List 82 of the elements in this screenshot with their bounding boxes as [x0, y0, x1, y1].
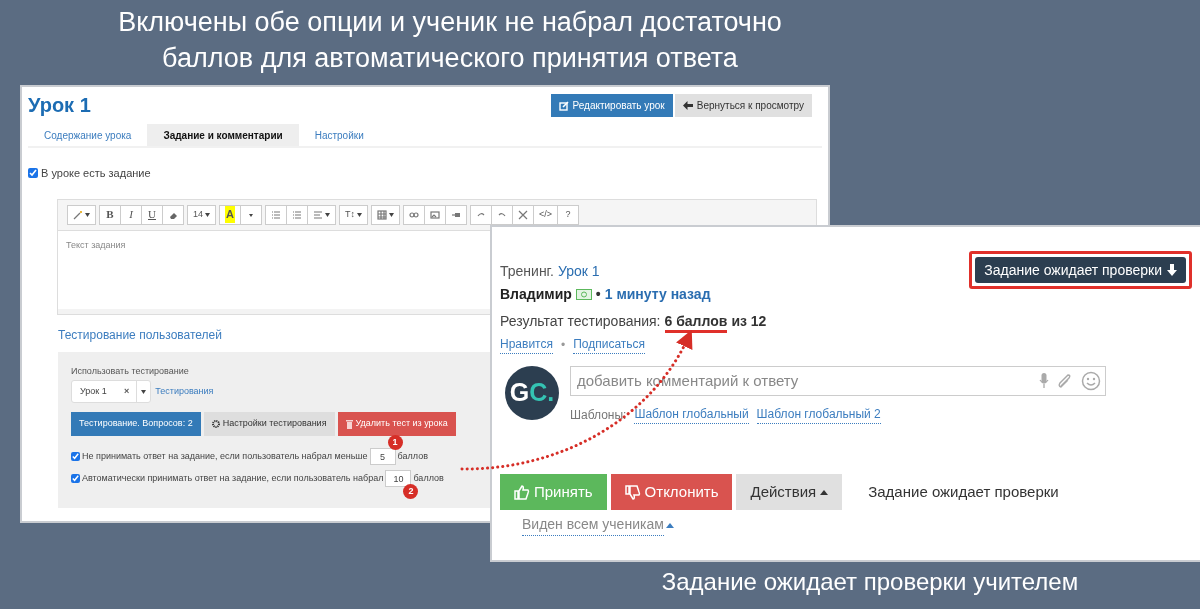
paperclip-icon	[1057, 373, 1073, 389]
smiley-icon	[1081, 371, 1101, 391]
unit-label: баллов	[413, 471, 444, 485]
editor-tool-button[interactable]: U	[141, 204, 163, 225]
field-label: Использовать тестирование	[71, 364, 190, 378]
editor-tool-button[interactable]: T↕	[339, 204, 368, 225]
number-badge: 2	[403, 484, 419, 499]
templates-label: Шаблоны:	[570, 406, 627, 424]
arrow-down-icon	[1167, 264, 1177, 276]
status-button[interactable]: Задание ожидает проверки	[975, 257, 1186, 283]
editor-tool-button[interactable]: B	[99, 204, 121, 225]
caret-up-icon	[820, 489, 829, 495]
editor-tool-button[interactable]: I	[120, 204, 142, 225]
edit-icon	[558, 100, 569, 111]
result-score: 6 баллов	[664, 313, 728, 333]
section-heading: Тестирование пользователей	[58, 326, 223, 344]
option-label: Не принимать ответ на задание, если пользователь набрал меньше	[82, 449, 368, 463]
align-icon	[313, 209, 323, 220]
student-name: Владимир	[500, 285, 572, 304]
trash-icon	[345, 419, 353, 429]
checkbox[interactable]	[71, 474, 80, 483]
editor-tool-button[interactable]	[512, 204, 534, 225]
editor-tool-button[interactable]	[371, 204, 400, 225]
action-button[interactable]: Действия	[736, 474, 843, 510]
ol-icon	[292, 209, 302, 220]
training-label: Тренинг.	[500, 262, 554, 281]
toolbar-button[interactable]: Удалить тест из урока	[337, 412, 456, 436]
editor-tool-button[interactable]: 14	[187, 204, 216, 225]
toolbar-button[interactable]: Тестирование. Вопросов: 2	[71, 412, 201, 436]
avatar: GC.	[505, 366, 559, 420]
editor-tool-button[interactable]: A	[219, 204, 241, 225]
time-link[interactable]: 1 минуту назад	[604, 284, 711, 305]
toolbar-button[interactable]: Редактировать урок	[550, 94, 673, 117]
bullet: •	[595, 285, 601, 304]
visibility-link[interactable]: Виден всем ученикам	[522, 514, 664, 536]
link[interactable]: Тестирования	[155, 384, 214, 399]
thumbs-up-icon	[514, 484, 530, 500]
checkbox[interactable]	[28, 168, 38, 179]
link[interactable]: Нравится	[500, 335, 553, 354]
tab[interactable]: Настройки	[298, 124, 380, 146]
template-link[interactable]: Шаблон глобальный	[634, 405, 749, 424]
checkbox-label: В уроке есть задание	[41, 166, 151, 181]
comment-field[interactable]: добавить комментарий к ответу	[570, 366, 1106, 396]
tab[interactable]: Задание и комментарии	[147, 124, 299, 146]
option-label: Автоматически принимать ответ на задание, если пользователь набрал	[82, 471, 384, 485]
checkbox[interactable]	[71, 452, 80, 461]
image-icon	[430, 209, 440, 220]
link-icon	[409, 209, 419, 220]
caption: Включены обе опции и ученик не набрал достаточно баллов для автоматического принятия ответа	[117, 6, 783, 75]
status-text: Задание ожидает проверки	[868, 481, 1059, 502]
test-select[interactable]: Урок 1 ×	[71, 380, 152, 403]
link[interactable]: Подписаться	[573, 335, 646, 354]
unit-label: баллов	[397, 449, 428, 463]
thumbs-down-icon	[624, 484, 641, 500]
number-field[interactable]: 5	[369, 448, 396, 465]
editor-tool-button[interactable]	[162, 204, 184, 225]
caption: Задание ожидает проверки учителем	[660, 567, 1080, 597]
number-field[interactable]: 10	[385, 470, 412, 487]
wand-icon	[73, 209, 83, 220]
action-button[interactable]: Отклонить	[610, 474, 733, 510]
banknote-icon	[575, 289, 592, 300]
toolbar-button[interactable]: Вернуться к просмотру	[674, 94, 812, 117]
editor-tool-button[interactable]	[445, 204, 467, 225]
lesson-title: Урок 1	[28, 93, 91, 118]
lesson-link[interactable]: Урок 1	[557, 261, 600, 282]
editor-tool-button[interactable]: ?	[557, 204, 580, 225]
bullet: •	[560, 336, 566, 354]
arrow-left-icon	[682, 101, 693, 110]
caret-icon	[141, 389, 147, 394]
editor-tool-button[interactable]	[424, 204, 446, 225]
ul-icon	[271, 209, 281, 220]
table-icon	[377, 209, 387, 220]
result-total: из 12	[731, 312, 767, 331]
toolbar-button[interactable]: Настройки тестирования	[203, 412, 335, 436]
microphone-icon	[1039, 373, 1049, 389]
editor-placeholder: Текст задания	[66, 238, 126, 252]
editor-tool-button[interactable]	[403, 204, 425, 225]
editor-tool-button[interactable]: </>	[533, 204, 559, 225]
template-link[interactable]: Шаблон глобальный 2	[756, 405, 881, 424]
editor-tool-button[interactable]	[67, 204, 96, 225]
result-label: Результат тестирования:	[500, 312, 661, 331]
tab[interactable]: Содержание урока	[28, 124, 148, 146]
